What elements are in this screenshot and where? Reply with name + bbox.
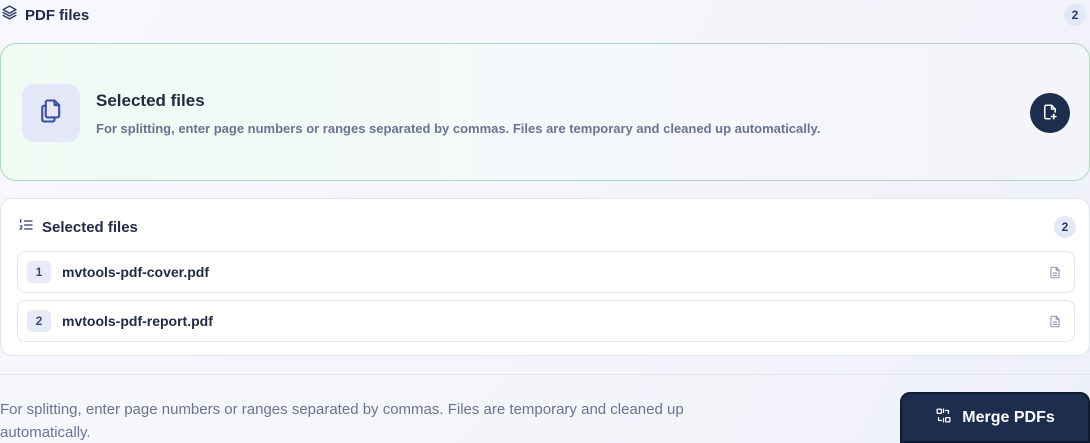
section-header-left: PDF files (0, 4, 89, 26)
selected-files-title: Selected files (42, 218, 138, 236)
selected-files-panel: Selected files 2 1 mvtools-pdf-cover.pdf… (0, 198, 1090, 356)
footer-note: For splitting, enter page numbers or ran… (0, 401, 684, 441)
copy-files-icon (37, 97, 65, 130)
selected-files-count-badge: 2 (1054, 216, 1076, 238)
dropzone-icon-tile (22, 84, 80, 142)
add-file-button[interactable] (1030, 93, 1070, 133)
dropzone-title: Selected files (96, 91, 205, 110)
file-dropzone[interactable]: Selected files For splitting, enter page… (0, 43, 1090, 181)
layers-icon (1, 4, 18, 26)
file-row-name: mvtools-pdf-cover.pdf (62, 264, 210, 280)
file-row-index: 1 (27, 261, 51, 283)
merge-pdfs-label: Merge PDFs (962, 408, 1055, 426)
section-header: PDF files 2 (0, 0, 1090, 30)
merge-icon (935, 407, 952, 429)
file-text-icon (1048, 265, 1062, 280)
file-text-icon (1048, 314, 1062, 329)
dropzone-description: For splitting, enter page numbers or ran… (96, 121, 821, 136)
pdf-tool-page: PDF files 2 Selected files For splitting… (0, 0, 1090, 443)
file-row-index: 2 (27, 310, 51, 332)
file-row[interactable]: 1 mvtools-pdf-cover.pdf (17, 251, 1075, 293)
file-row[interactable]: 2 mvtools-pdf-report.pdf (17, 300, 1075, 342)
selected-files-header-left: Selected files (18, 217, 138, 238)
file-plus-icon (1041, 103, 1059, 124)
footer-divider (0, 374, 1090, 375)
file-count-badge: 2 (1064, 4, 1086, 26)
selected-files-header: Selected files 2 (18, 216, 1076, 238)
file-row-name: mvtools-pdf-report.pdf (62, 313, 213, 329)
merge-pdfs-button[interactable]: Merge PDFs (900, 392, 1090, 443)
numbered-list-icon (18, 217, 34, 238)
section-title: PDF files (25, 6, 90, 24)
